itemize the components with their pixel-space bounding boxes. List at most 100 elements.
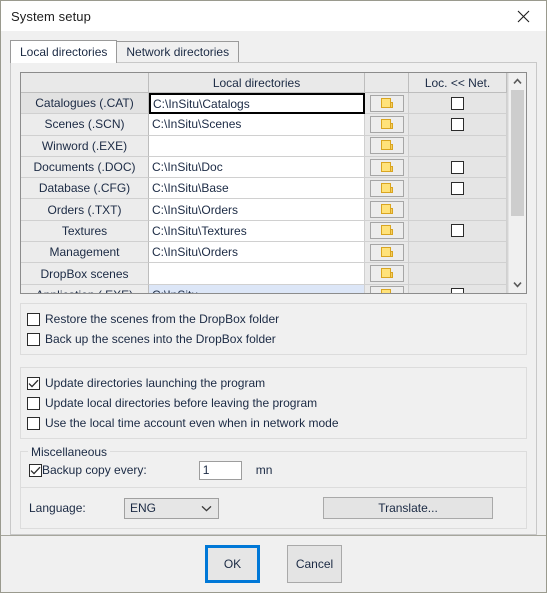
folder-icon — [369, 265, 404, 283]
row-path-input[interactable]: C:\InSitu\Doc — [149, 156, 365, 179]
backup-copy-checkbox[interactable] — [29, 463, 42, 477]
browse-folder-button[interactable] — [365, 135, 409, 157]
dropbox-option-checkbox[interactable] — [27, 332, 40, 346]
row-path-input[interactable]: C:\InSitu\Base — [149, 178, 365, 200]
grid-header-name — [21, 73, 149, 93]
row-path-input[interactable]: C:\InSitu\Catalogs — [149, 93, 365, 115]
scrollbar-track[interactable] — [509, 90, 526, 276]
row-type-label: Textures — [21, 220, 149, 243]
dropbox-option-row[interactable]: Back up the scenes into the DropBox fold… — [27, 329, 520, 349]
row-path-input[interactable]: C:\InSitu\Textures — [149, 220, 365, 243]
loc-net-cell[interactable] — [409, 114, 507, 136]
browse-folder-button[interactable] — [365, 242, 409, 264]
title-bar: System setup — [1, 1, 546, 31]
loc-net-cell[interactable] — [409, 93, 507, 115]
grid-vertical-scrollbar[interactable] — [508, 73, 526, 293]
folder-icon — [369, 179, 404, 197]
loc-net-checkbox[interactable] — [451, 288, 464, 293]
tab-panel-local-directories: Local directories Loc. << Net. Catalogue… — [10, 62, 537, 535]
dropbox-option-checkbox[interactable] — [27, 312, 40, 326]
tab-network-directories[interactable]: Network directories — [116, 41, 240, 62]
loc-net-checkbox[interactable] — [451, 96, 464, 110]
update-option-row[interactable]: Update directories launching the program — [27, 373, 520, 393]
row-type-label: Management — [21, 242, 149, 264]
grid-header-browse — [365, 73, 409, 93]
update-option-checkbox[interactable] — [27, 416, 40, 430]
row-path-input[interactable]: C:\InSitu\Orders — [149, 242, 365, 264]
scroll-up-icon[interactable] — [509, 73, 526, 90]
scrollbar-thumb[interactable] — [511, 90, 524, 217]
loc-net-cell — [409, 135, 507, 157]
folder-icon — [369, 201, 404, 219]
grid-header-path: Local directories — [149, 73, 365, 93]
table-row[interactable]: DropBox scenes — [21, 263, 507, 285]
backup-copy-label: Backup copy every: — [42, 463, 147, 477]
table-row[interactable]: Winword (.EXE) — [21, 135, 507, 157]
backup-row: Backup copy every: mn — [29, 458, 518, 482]
folder-icon — [369, 137, 404, 155]
row-path-input[interactable] — [149, 263, 365, 285]
tab-local-directories[interactable]: Local directories — [10, 40, 118, 63]
update-options-panel: Update directories launching the program… — [20, 367, 527, 439]
update-option-checkbox[interactable] — [27, 396, 40, 410]
folder-icon — [369, 115, 404, 133]
folder-icon — [369, 94, 404, 112]
browse-folder-button[interactable] — [365, 220, 409, 243]
update-option-row[interactable]: Use the local time account even when in … — [27, 413, 520, 433]
cancel-button[interactable]: Cancel — [287, 545, 342, 583]
system-setup-dialog: System setup Local directories Network d… — [0, 0, 547, 593]
browse-folder-button[interactable] — [365, 199, 409, 221]
table-row[interactable]: Application (.EXE)C:\InSitu — [21, 284, 507, 293]
browse-folder-button[interactable] — [365, 114, 409, 136]
row-path-input[interactable]: C:\InSitu — [149, 284, 365, 293]
browse-folder-button[interactable] — [365, 93, 409, 115]
loc-net-cell[interactable] — [409, 220, 507, 243]
row-type-label: Scenes (.SCN) — [21, 114, 149, 136]
browse-folder-button[interactable] — [365, 284, 409, 293]
table-row[interactable]: Catalogues (.CAT) C:\InSitu\Catalogs — [21, 93, 507, 115]
ok-button[interactable]: OK — [205, 545, 260, 583]
loc-net-checkbox[interactable] — [451, 181, 464, 195]
loc-net-cell[interactable] — [409, 284, 507, 293]
loc-net-checkbox[interactable] — [451, 160, 464, 174]
scroll-down-icon[interactable] — [509, 276, 526, 293]
loc-net-checkbox[interactable] — [451, 117, 464, 131]
update-option-row[interactable]: Update local directories before leaving … — [27, 393, 520, 413]
miscellaneous-title: Miscellaneous — [28, 445, 111, 459]
table-row[interactable]: Management C:\InSitu\Orders — [21, 242, 507, 264]
miscellaneous-group: Miscellaneous Backup copy every: mn Lang… — [20, 445, 527, 529]
browse-folder-button[interactable] — [365, 263, 409, 285]
row-type-label: Winword (.EXE) — [21, 135, 149, 157]
row-type-label: Catalogues (.CAT) — [21, 93, 149, 115]
close-icon[interactable] — [501, 1, 546, 31]
table-row[interactable]: Textures C:\InSitu\Textures — [21, 220, 507, 243]
translate-button[interactable]: Translate... — [323, 497, 493, 519]
row-type-label: DropBox scenes — [21, 263, 149, 285]
folder-icon — [369, 243, 404, 261]
browse-folder-button[interactable] — [365, 156, 409, 179]
table-row[interactable]: Scenes (.SCN) C:\InSitu\Scenes — [21, 114, 507, 136]
language-label: Language: — [29, 501, 86, 515]
backup-unit-label: mn — [255, 463, 273, 477]
update-option-checkbox[interactable] — [27, 376, 40, 390]
language-select[interactable]: ENG — [124, 497, 219, 519]
dialog-client-area: Local directories Network directories Lo… — [1, 31, 546, 592]
dropbox-option-label: Back up the scenes into the DropBox fold… — [45, 332, 276, 346]
loc-net-cell[interactable] — [409, 178, 507, 200]
table-row[interactable]: Orders (.TXT) C:\InSitu\Orders — [21, 199, 507, 221]
table-row[interactable]: Documents (.DOC) C:\InSitu\Doc — [21, 156, 507, 179]
row-path-input[interactable]: C:\InSitu\Orders — [149, 199, 365, 221]
loc-net-cell[interactable] — [409, 156, 507, 179]
dropbox-option-row[interactable]: Restore the scenes from the DropBox fold… — [27, 309, 520, 329]
table-row[interactable]: Database (.CFG) C:\InSitu\Base — [21, 178, 507, 200]
loc-net-checkbox[interactable] — [451, 224, 464, 238]
row-type-label: Application (.EXE) — [21, 284, 149, 293]
row-path-input[interactable] — [149, 135, 365, 157]
row-path-input[interactable]: C:\InSitu\Scenes — [149, 114, 365, 136]
window-title: System setup — [11, 8, 91, 24]
ok-button-label: OK — [223, 557, 242, 571]
browse-folder-button[interactable] — [365, 178, 409, 200]
backup-interval-input[interactable] — [198, 460, 242, 480]
folder-icon — [369, 286, 404, 293]
grid-header-net: Loc. << Net. — [409, 73, 507, 93]
